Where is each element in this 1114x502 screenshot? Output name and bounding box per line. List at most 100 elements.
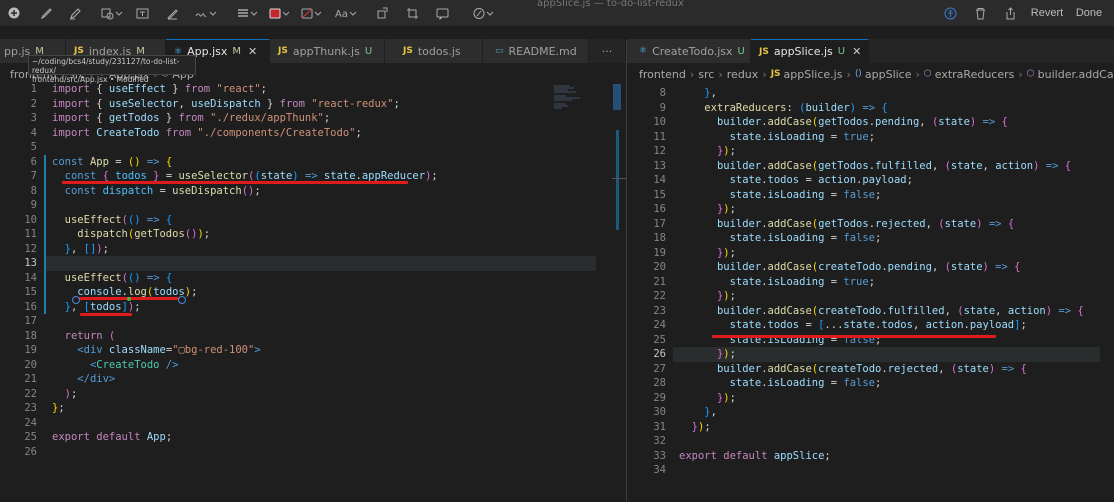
code-line[interactable]: 20 builder.addCase(createTodo.pending, (…	[639, 260, 1114, 275]
code-line[interactable]: 21 state.isLoading = true;	[639, 275, 1114, 290]
code-line[interactable]: 14 state.todos = action.payload;	[639, 173, 1114, 188]
minimap[interactable]	[552, 83, 584, 115]
fill-color-icon[interactable]	[300, 4, 324, 22]
selection-midpoint-handle[interactable]	[127, 297, 131, 301]
breadcrumb-item[interactable]: src	[698, 68, 714, 81]
tab-appslice-js[interactable]: JS appSlice.js U ✕	[751, 39, 869, 63]
highlighter-icon[interactable]	[67, 4, 83, 22]
method-icon: ⬡	[923, 69, 932, 79]
code-line[interactable]: 12 });	[639, 144, 1114, 159]
code-token: export	[52, 431, 97, 443]
code-line[interactable]: 33 export default appSlice;	[639, 449, 1114, 464]
breadcrumb-item[interactable]: frontend	[639, 68, 686, 81]
more-tabs-button[interactable]: ···	[589, 39, 626, 63]
draw-icon[interactable]	[164, 4, 180, 22]
lines-icon[interactable]	[236, 4, 260, 22]
code-line[interactable]: 26	[10, 445, 610, 460]
pen-icon[interactable]	[38, 4, 54, 22]
code-line[interactable]: 1 import { useEffect } from "react";	[10, 82, 610, 97]
breadcrumb-item[interactable]: redux	[727, 68, 759, 81]
code-line[interactable]: 5	[10, 140, 610, 155]
breadcrumb-item[interactable]: appSlice.js	[784, 68, 843, 81]
breadcrumb-item[interactable]: builder.addCase	[1038, 68, 1114, 81]
revert-button[interactable]: Revert	[1030, 4, 1064, 22]
code-line[interactable]: 15 state.isLoading = false;	[639, 188, 1114, 203]
left-code-editor[interactable]: 1 import { useEffect } from "react"; 2 impo…	[10, 82, 610, 502]
code-line[interactable]: 19 <div className="▢bg-red-100">	[10, 343, 610, 358]
code-text: <div className="▢bg-red-100">	[52, 343, 260, 358]
git-change-indicator[interactable]	[44, 154, 46, 314]
code-line[interactable]: 9	[10, 198, 610, 213]
code-line[interactable]: 29 });	[639, 391, 1114, 406]
selection-handle-start[interactable]	[72, 296, 80, 304]
done-button[interactable]: Done	[1074, 4, 1104, 22]
code-line[interactable]: 24	[10, 416, 610, 431]
signature-icon[interactable]	[194, 4, 218, 22]
close-icon[interactable]: ✕	[852, 45, 861, 58]
code-line[interactable]: 26 });	[639, 347, 1114, 362]
code-line[interactable]: 14 useEffect(() => {	[10, 271, 610, 286]
code-line[interactable]: 19 });	[639, 246, 1114, 261]
trash-icon[interactable]	[972, 4, 988, 22]
code-line[interactable]: 11 state.isLoading = true;	[639, 130, 1114, 145]
code-line[interactable]: 8 const dispatch = useDispatch();	[10, 184, 610, 199]
rotate-icon[interactable]	[374, 4, 390, 22]
code-line[interactable]: 13	[10, 256, 610, 271]
plus-icon[interactable]	[6, 4, 22, 22]
textbox-icon[interactable]	[134, 4, 150, 22]
selection-handle-end[interactable]	[178, 296, 186, 304]
code-line[interactable]: 8 },	[639, 86, 1114, 101]
breadcrumb-item[interactable]: appSlice	[865, 68, 912, 81]
code-line[interactable]: 13 builder.addCase(getTodos.fulfilled, (…	[639, 159, 1114, 174]
accessibility-icon[interactable]	[942, 4, 958, 22]
editor-split-divider[interactable]	[626, 40, 627, 502]
tab-createtodo-jsx[interactable]: ⚛ CreateTodo.jsx U	[627, 39, 751, 63]
text-style-icon[interactable]: Aa	[334, 4, 358, 22]
close-icon[interactable]: ✕	[248, 45, 257, 58]
code-line[interactable]: 30 },	[639, 405, 1114, 420]
code-line[interactable]: 16 });	[639, 202, 1114, 217]
code-line[interactable]: 21 </div>	[10, 372, 610, 387]
scrollbar-thumb[interactable]	[613, 84, 621, 110]
markup-icon[interactable]	[472, 4, 496, 22]
code-line[interactable]: 17 builder.addCase(getTodos.rejected, (s…	[639, 217, 1114, 232]
code-line[interactable]: 17	[10, 314, 610, 329]
code-line[interactable]: 6 const App = () => {	[10, 155, 610, 170]
code-line[interactable]: 32	[639, 434, 1114, 449]
line-number: 24	[653, 319, 666, 331]
code-line[interactable]: 20 <CreateTodo />	[10, 358, 610, 373]
code-line[interactable]: 11 dispatch(getTodos());	[10, 227, 610, 242]
code-line[interactable]: 10 useEffect(() => {	[10, 213, 610, 228]
code-line[interactable]: 9 extraReducers: (builder) => {	[639, 101, 1114, 116]
code-line[interactable]: 10 builder.addCase(getTodos.pending, (st…	[639, 115, 1114, 130]
code-line[interactable]: 23 builder.addCase(createTodo.fulfilled,…	[639, 304, 1114, 319]
code-line[interactable]: 18 state.isLoading = false;	[639, 231, 1114, 246]
tab-appthunk-js[interactable]: JS appThunk.js U	[270, 39, 385, 63]
code-line[interactable]: 3 import { getTodos } from "./redux/appTh…	[10, 111, 610, 126]
code-line[interactable]: 31 });	[639, 420, 1114, 435]
share-icon[interactable]	[1002, 4, 1018, 22]
code-line[interactable]: 12 }, []);	[10, 242, 610, 257]
code-line[interactable]: 28 state.isLoading = false;	[639, 376, 1114, 391]
code-line[interactable]: 34	[639, 463, 1114, 478]
code-line[interactable]: 22 );	[10, 387, 610, 402]
annotate-icon[interactable]	[434, 4, 450, 22]
code-line[interactable]: 16 }, [todos]);	[10, 300, 610, 315]
shapes-icon[interactable]	[100, 4, 124, 22]
tab-readme-md[interactable]: ▭ README.md	[483, 39, 589, 63]
crop-icon[interactable]	[404, 4, 420, 22]
code-line[interactable]: 23};	[10, 401, 610, 416]
code-line[interactable]: 2 import { useSelector, useDispatch } fro…	[10, 97, 610, 112]
code-line[interactable]: 22 });	[639, 289, 1114, 304]
code-line[interactable]: 4 import CreateTodo from "./components/Cr…	[10, 126, 610, 141]
right-code-editor[interactable]: 8 }, 9 extraReducers: (builder) => {10 bu…	[639, 86, 1114, 502]
code-text: import CreateTodo from "./components/Cre…	[52, 126, 362, 141]
code-line[interactable]: 25 export default App;	[10, 430, 610, 445]
border-color-icon[interactable]	[268, 4, 292, 22]
code-line[interactable]: 24 state.todos = [...state.todos, action…	[639, 318, 1114, 333]
code-line[interactable]: 27 builder.addCase(createTodo.rejected, …	[639, 362, 1114, 377]
breadcrumb-item[interactable]: extraReducers	[935, 68, 1015, 81]
code-line[interactable]: 18 return (	[10, 329, 610, 344]
tab-todos-js[interactable]: JS todos.js	[385, 39, 483, 63]
